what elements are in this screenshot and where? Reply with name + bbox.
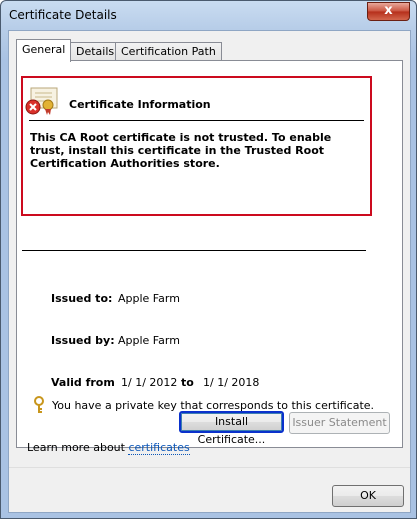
issued-by-label: Issued by: xyxy=(51,334,115,347)
issued-to-label: Issued to: xyxy=(51,292,113,305)
valid-to-value: 1/ 1/ 2018 xyxy=(203,376,260,389)
tab-certification-path-label: Certification Path xyxy=(121,45,216,58)
tab-details[interactable]: Details xyxy=(70,42,121,61)
ok-button[interactable]: OK xyxy=(332,485,404,507)
certificate-information-box: Certificate Information This CA Root cer… xyxy=(21,76,372,216)
learn-more-line: Learn more about certificates xyxy=(27,441,190,455)
tab-certification-path[interactable]: Certification Path xyxy=(115,42,222,61)
dialog-body: General Details Certification Path Certi… xyxy=(8,30,411,513)
close-button[interactable]: x xyxy=(367,2,410,21)
tab-general[interactable]: General xyxy=(16,39,72,62)
valid-from-label: Valid from xyxy=(51,376,115,389)
tab-general-label: General xyxy=(22,43,66,56)
install-certificate-button[interactable]: Install Certificate... xyxy=(179,411,284,446)
trust-warning-message: This CA Root certificate is not trusted.… xyxy=(30,131,332,170)
tab-details-label: Details xyxy=(76,45,115,58)
close-icon: x xyxy=(384,3,393,18)
certificate-details-window: Certificate Details x General Details Ce… xyxy=(0,0,417,519)
learn-more-text: Learn more about xyxy=(27,441,129,454)
title-bar[interactable]: Certificate Details x xyxy=(1,1,416,29)
info-title: Certificate Information xyxy=(69,98,211,111)
info-divider xyxy=(29,120,364,121)
untrusted-certificate-icon xyxy=(25,87,58,115)
general-tab-panel: Certificate Information This CA Root cer… xyxy=(16,60,403,448)
issued-to-value: Apple Farm xyxy=(118,292,180,305)
window-title: Certificate Details xyxy=(9,8,117,22)
footer-divider xyxy=(9,467,410,468)
certificates-link[interactable]: certificates xyxy=(128,441,190,455)
valid-from-value: 1/ 1/ 2012 xyxy=(121,376,178,389)
fields-divider xyxy=(22,250,366,251)
issued-by-value: Apple Farm xyxy=(118,334,180,347)
key-icon xyxy=(34,396,44,413)
valid-to-label: to xyxy=(181,376,194,389)
issuer-statement-button[interactable]: Issuer Statement xyxy=(289,412,390,434)
